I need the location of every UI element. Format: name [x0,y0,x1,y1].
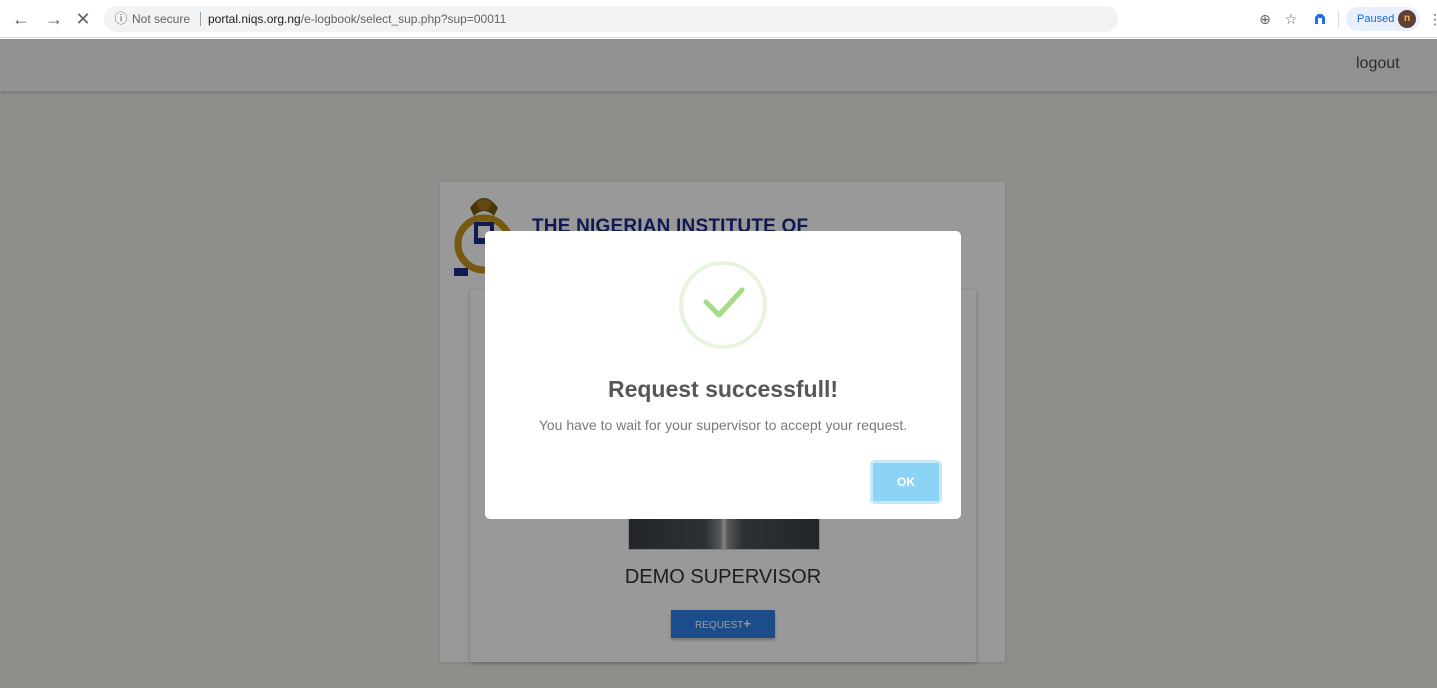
star-icon[interactable]: ☆ [1282,10,1300,28]
checkmark-icon [679,261,767,349]
dialog-title: Request successfull! [607,376,839,402]
ok-button[interactable]: OK [870,460,942,504]
forward-arrow-icon[interactable]: → [43,8,65,30]
dialog-message: You have to wait for your supervisor to … [538,417,908,433]
zoom-icon[interactable]: ⊕ [1256,10,1274,28]
page: logout THE NIGERIAN INSTITUTE OF DEMO SU… [0,39,1437,688]
url-host: portal.niqs.org.ng [208,12,301,26]
url-text[interactable]: portal.niqs.org.ng/e-logbook/select_sup.… [208,12,506,26]
browser-toolbar: ← → ✕ ⓘ Not secure portal.niqs.org.ng/e-… [0,0,1437,38]
url-path: /e-logbook/select_sup.php?sup=00011 [300,12,507,26]
url-divider [200,12,201,26]
address-bar[interactable]: ⓘ Not secure portal.niqs.org.ng/e-logboo… [104,6,1118,32]
success-dialog: Request successfull! You have to wait fo… [485,231,961,519]
stop-loading-close-icon[interactable]: ✕ [72,8,94,30]
security-label[interactable]: Not secure [132,12,190,26]
info-icon[interactable]: ⓘ [112,10,130,28]
profile-status-label: Paused [1357,13,1395,25]
avatar: n [1398,10,1416,28]
toolbar-divider [1338,10,1339,28]
back-arrow-icon[interactable]: ← [10,8,32,30]
profile-button[interactable]: Paused n [1346,7,1420,31]
kebab-menu-icon[interactable]: ⋮ [1428,9,1437,29]
extension-icon[interactable] [1311,10,1329,28]
